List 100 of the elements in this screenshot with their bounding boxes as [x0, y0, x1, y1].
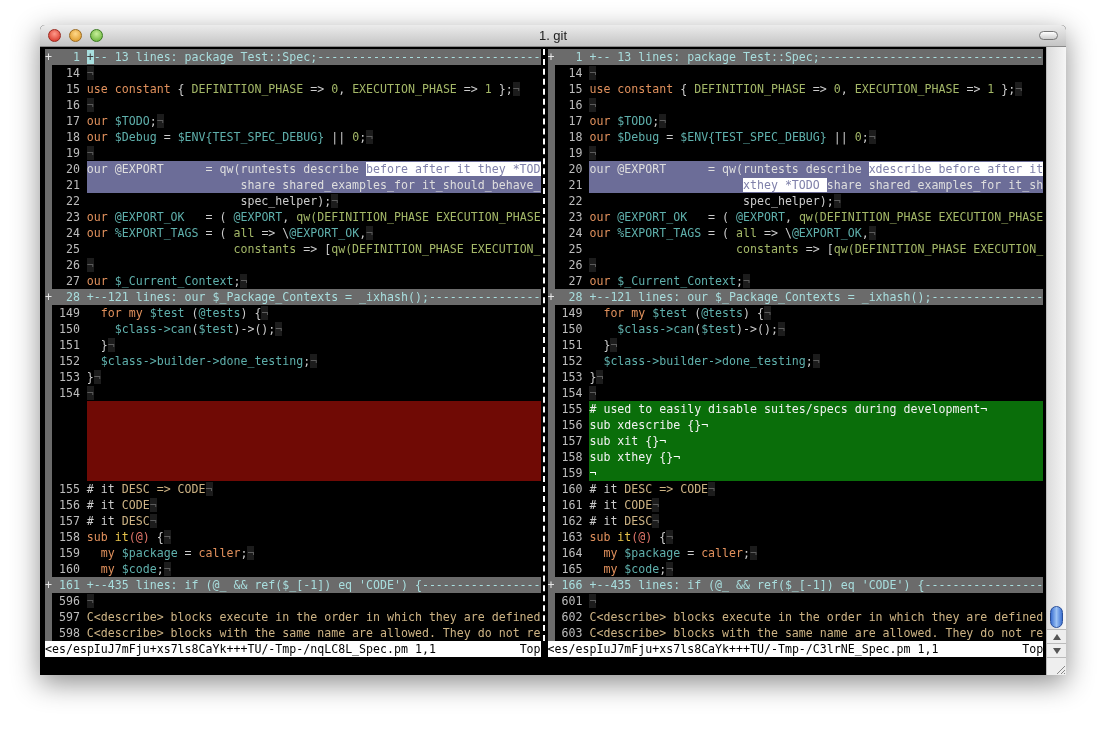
file-path: <es/espIuJ7mFju+xs7ls8CaYk+++TU/-Tmp-/C3lrNE_Spec.pm [547, 641, 911, 657]
line-number: 24 [567, 225, 583, 241]
line-number: 28 [64, 289, 80, 305]
code-line: sub it(@) {¬ [589, 529, 675, 545]
code-line: use constant { DEFINITION_PHASE => 0, EXECUTION_PHASE => 1 };¬ [589, 81, 1024, 97]
code-line: our $TODO;¬ [86, 113, 165, 129]
code-line: our $Debug = $ENV{TEST_SPEC_DEBUG} || 0;¬ [86, 129, 375, 145]
fold-sign: + [45, 49, 52, 65]
line-number: 18 [567, 129, 583, 145]
line-number: 598 [57, 625, 80, 641]
fold-row[interactable]: 28 +--121 lines: our $_Package_Contexts = _ixhash();---------------- [52, 289, 541, 305]
code-line: # it CODE¬ [86, 497, 158, 513]
zoom-button[interactable] [90, 29, 103, 42]
code-line: # it DESC¬ [589, 513, 661, 529]
line-number: 24 [64, 225, 80, 241]
close-button[interactable] [48, 29, 61, 42]
line-number: 26 [567, 257, 583, 273]
fold-sign: + [547, 577, 555, 593]
fold-row[interactable]: 1 +-- 13 lines: package Test::Spec;-------------------------------- [52, 49, 541, 65]
minimize-button[interactable] [69, 29, 82, 42]
code-line: our $_Current_Context;¬ [86, 273, 249, 289]
code-line: $class->can($test)->();¬ [616, 321, 786, 337]
line-number: 16 [64, 97, 80, 113]
line-number: 16 [567, 97, 583, 113]
scroll-position: Top [1022, 641, 1044, 657]
line-number: 27 [64, 273, 80, 289]
line-number: 159 [560, 465, 583, 481]
code-line: $class->can($test)->();¬ [113, 321, 284, 337]
line-number: 163 [560, 529, 583, 545]
fold-sign: + [45, 577, 52, 593]
line-number: 150 [560, 321, 583, 337]
line-number: 14 [64, 65, 80, 81]
line-number: 161 [57, 577, 80, 593]
code-line: our $TODO;¬ [589, 113, 668, 129]
line-number: 28 [567, 289, 583, 305]
scrollbar-thumb[interactable] [1050, 606, 1063, 628]
code-line: $class->builder->done_testing;¬ [99, 353, 319, 369]
line-number: 25 [567, 241, 583, 257]
line-number: 156 [57, 497, 80, 513]
fold-line: +--121 lines: our $_Package_Contexts = _ixhash();---------------- [86, 289, 541, 305]
code-line: # it CODE¬ [589, 497, 661, 513]
line-number: 159 [57, 545, 80, 561]
line-number: 20 [567, 161, 583, 177]
fold-row[interactable]: 28 +--121 lines: our $_Package_Contexts = _ixhash();---------------- [554, 289, 1044, 305]
line-number: 19 [567, 145, 583, 161]
fold-line: +-- 13 lines: package Test::Spec;-------------------------------- [86, 49, 541, 65]
fold-line: +--435 lines: if (@_ && ref($_[-1]) eq 'CODE') {----------------- [86, 577, 541, 593]
split-divider[interactable] [543, 49, 546, 641]
line-number: 165 [560, 561, 583, 577]
scroll-down-button[interactable] [1047, 643, 1066, 657]
line-number: 26 [64, 257, 80, 273]
code-line: our @EXPORT_OK = ( @EXPORT, qw(DEFINITION_PHASE EXECUTION_PHASE [86, 209, 541, 225]
window-title: 1. git [538, 26, 568, 45]
line-number: 162 [560, 513, 583, 529]
fold-row[interactable]: 1 +-- 13 lines: package Test::Spec;-------------------------------- [554, 49, 1044, 65]
code-line: # it DESC¬ [86, 513, 158, 529]
resize-grip-icon[interactable] [1054, 663, 1066, 675]
line-number: 156 [560, 417, 583, 433]
code-line: }¬ [589, 369, 605, 385]
line-number: 160 [57, 561, 80, 577]
toolbar-toggle-button[interactable] [1039, 31, 1058, 40]
code-line: constants => [qw(DEFINITION_PHASE EXECUTION_ [232, 241, 541, 257]
code-line: $class->builder->done_testing;¬ [602, 353, 821, 369]
code-line: constants => [qw(DEFINITION_PHASE EXECUTION_ [735, 241, 1044, 257]
fold-sign: + [547, 49, 555, 65]
line-number: 158 [560, 449, 583, 465]
up-arrow-icon [1052, 633, 1061, 640]
code-line: C<describe> blocks with the same name are allowed. They do not re [589, 625, 1044, 641]
line-number: 22 [567, 193, 583, 209]
down-arrow-icon [1052, 647, 1061, 654]
line-number: 150 [57, 321, 80, 337]
scrollbar[interactable] [1047, 47, 1066, 629]
fold-line: +-- 13 lines: package Test::Spec;-------------------------------- [589, 49, 1044, 65]
code-line: }¬ [99, 337, 116, 353]
line-number: 21 [64, 177, 80, 193]
fold-sign: + [547, 289, 555, 305]
line-number: 157 [560, 433, 583, 449]
code-line: our %EXPORT_TAGS = ( all => \@EXPORT_OK,¬ [589, 225, 877, 241]
line-number: 157 [57, 513, 80, 529]
scroll-up-button[interactable] [1047, 629, 1066, 643]
code-line: our $Debug = $ENV{TEST_SPEC_DEBUG} || 0;¬ [589, 129, 877, 145]
code-line: }¬ [86, 369, 102, 385]
fold-row[interactable]: 161 +--435 lines: if (@_ && ref($_[-1]) eq 'CODE') {----------------- [52, 577, 541, 593]
code-line: spec_helper);¬ [742, 193, 842, 209]
line-number: 149 [57, 305, 80, 321]
line-number: 14 [567, 65, 583, 81]
line-number: 166 [560, 577, 583, 593]
fold-row[interactable]: 166 +--435 lines: if (@_ && ref($_[-1]) eq 'CODE') {----------------- [554, 577, 1044, 593]
line-number: 164 [560, 545, 583, 561]
line-number: 149 [560, 305, 583, 321]
code-line: our @EXPORT_OK = ( @EXPORT, qw(DEFINITION_PHASE EXECUTION_PHASE [589, 209, 1044, 225]
line-number: 21 [567, 177, 583, 193]
line-number: 155 [57, 481, 80, 497]
code-line: C<describe> blocks execute in the order in which they are defined [589, 609, 1044, 625]
code-line: C<describe> blocks execute in the order in which they are defined [86, 609, 541, 625]
line-number: 1 [71, 49, 80, 65]
line-number: 596 [57, 593, 80, 609]
code-line: sub it(@) {¬ [86, 529, 172, 545]
line-number: 153 [560, 369, 583, 385]
line-number: 153 [57, 369, 80, 385]
